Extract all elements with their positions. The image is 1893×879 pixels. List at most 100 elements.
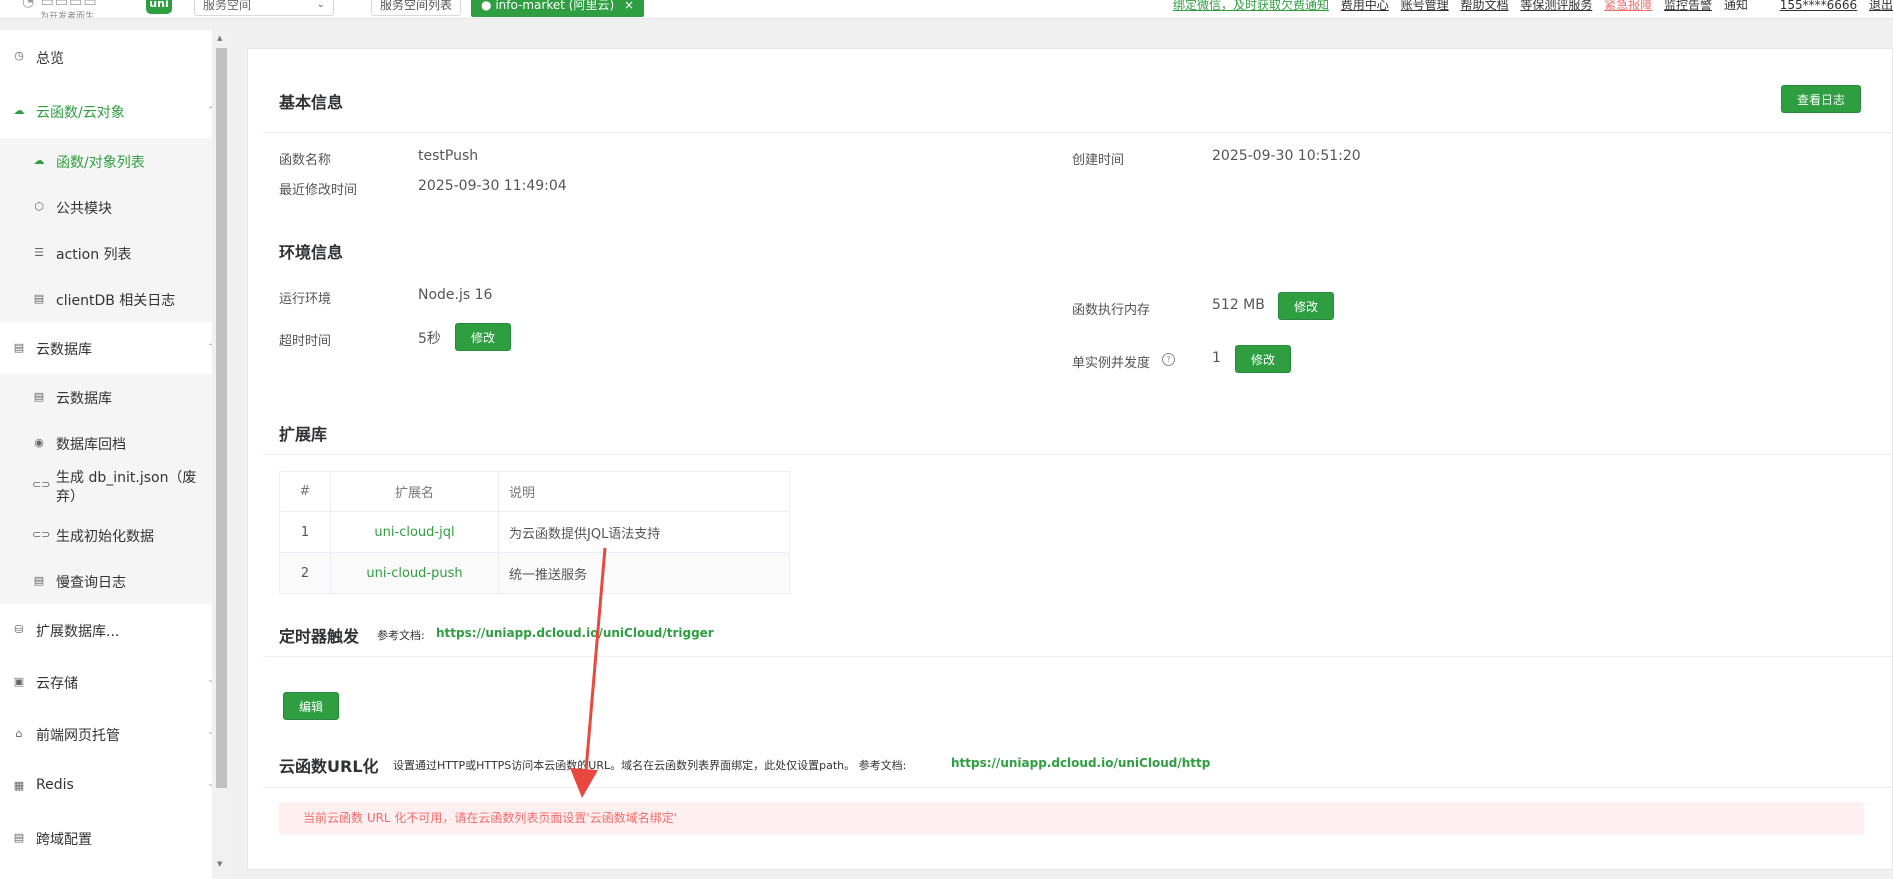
- url-title: 云函数URL化: [279, 757, 379, 776]
- url-alert: 当前云函数 URL 化不可用，请在云函数列表页面设置'云函数域名绑定': [279, 802, 1864, 835]
- sidebar-item-db-backup[interactable]: ◉ 数据库回档: [0, 420, 212, 466]
- database-icon: ▤: [13, 341, 25, 354]
- sidebar-item-cloud-db-sub[interactable]: ▤ 云数据库: [0, 374, 212, 420]
- sidebar-item-clientdb-logs[interactable]: ▤ clientDB 相关日志: [0, 276, 212, 322]
- sidebar-item-label: 云函数/云对象: [36, 105, 125, 121]
- bind-wechat-link[interactable]: 绑定微信，及时获取欠费通知: [1173, 0, 1329, 12]
- url-doc-link[interactable]: https://uniapp.dcloud.io/uniCloud/http: [951, 756, 1210, 770]
- hosting-icon: ⌂: [15, 727, 23, 740]
- sidebar-item-slow-query[interactable]: ▤ 慢查询日志: [0, 558, 212, 604]
- concurrency-value: 1: [1212, 350, 1221, 366]
- sidebar-item-common-modules[interactable]: ⬡ 公共模块: [0, 184, 212, 230]
- scroll-up-icon[interactable]: ▲: [217, 34, 222, 42]
- sidebar-item-ext-db[interactable]: ⛁ 扩展数据库...: [0, 604, 212, 656]
- account-link[interactable]: 账号管理: [1401, 0, 1449, 12]
- space-tag[interactable]: ● info-market (阿里云) ×: [471, 0, 645, 17]
- sidebar-item-label: 慢查询日志: [56, 575, 126, 591]
- log-icon: ▤: [33, 574, 45, 587]
- edit-trigger-button[interactable]: 编辑: [283, 692, 339, 720]
- row-index: 1: [279, 511, 331, 553]
- user-account[interactable]: 155****6666: [1780, 0, 1857, 12]
- url-desc: 设置通过HTTP或HTTPS访问本云函数的URL。域名在云函数列表界面绑定，此处…: [393, 759, 907, 772]
- sidebar-item-label: 云数据库: [36, 342, 92, 358]
- sidebar-item-web-hosting[interactable]: ⌂ 前端网页托管 ⌄: [0, 708, 213, 760]
- modify-timeout-button[interactable]: 修改: [455, 323, 511, 351]
- sidebar-item-label: 函数/对象列表: [56, 155, 145, 171]
- security-link[interactable]: 等保测评服务: [1520, 0, 1592, 12]
- timeout-label: 超时时间: [279, 334, 332, 349]
- chevron-down-icon: ⌄: [207, 675, 212, 685]
- divider: [263, 787, 1892, 788]
- divider: [263, 656, 1892, 657]
- sidebar-item-cors[interactable]: ▤ 跨域配置: [0, 812, 212, 864]
- space-tag-label: info-market (阿里云): [495, 0, 615, 12]
- modify-memory-button[interactable]: 修改: [1278, 292, 1334, 320]
- sidebar: ◷ 总览 ☁ 云函数/云对象 ⌃ ☁ 函数/对象列表 ⬡ 公共模块 ☰ acti…: [0, 30, 212, 879]
- monitor-link[interactable]: 监控告警: [1664, 0, 1712, 12]
- notice-link[interactable]: 通知: [1724, 0, 1748, 12]
- trigger-doc-link[interactable]: https://uniapp.dcloud.io/uniCloud/trigge…: [436, 626, 714, 640]
- sidebar-scrollbar-thumb[interactable]: [216, 48, 227, 788]
- ext-name-link[interactable]: uni-cloud-push: [330, 552, 499, 594]
- sidebar-item-label: 云存储: [36, 676, 78, 692]
- timeout-value: 5秒: [418, 331, 441, 347]
- view-logs-button[interactable]: 查看日志: [1781, 85, 1861, 113]
- sidebar-item-function-list[interactable]: ☁ 函数/对象列表: [0, 138, 212, 184]
- ext-name-link[interactable]: uni-cloud-jql: [330, 511, 499, 553]
- list-icon: ☰: [34, 246, 44, 259]
- divider: [263, 132, 1892, 133]
- scroll-down-icon[interactable]: ▼: [217, 860, 222, 868]
- sidebar-item-label: 生成 db_init.json（废弃）: [56, 470, 197, 505]
- trigger-doc-label: 参考文档:: [377, 629, 425, 642]
- logout-link[interactable]: 退出: [1869, 0, 1893, 12]
- question-icon[interactable]: ?: [1162, 353, 1175, 366]
- chevron-down-icon: ⌄: [207, 727, 212, 737]
- help-link[interactable]: 帮助文档: [1460, 0, 1508, 12]
- restore-icon: ◉: [34, 436, 44, 449]
- ext-desc: 为云函数提供JQL语法支持: [498, 511, 790, 553]
- table-row: 1 uni-cloud-jql 为云函数提供JQL语法支持: [279, 511, 790, 553]
- sidebar-item-gen-db-init[interactable]: ⊂⊃ 生成 db_init.json（废弃）: [0, 466, 212, 512]
- sidebar-item-cloud-storage[interactable]: ▣ 云存储 ⌄: [0, 656, 212, 708]
- trigger-title: 定时器触发: [279, 627, 360, 646]
- top-bar: ◔ ▭▭▭▭ 为开发者而生 uni 服务空间 ⌄ 服务空间列表 ● info-m…: [0, 0, 1893, 19]
- billing-link[interactable]: 费用中心: [1341, 0, 1389, 12]
- sidebar-item-label: action 列表: [56, 247, 132, 263]
- space-select-value: 服务空间: [203, 0, 252, 12]
- memory-label: 函数执行内存: [1072, 303, 1151, 318]
- log-icon: ▤: [33, 292, 45, 305]
- chevron-up-icon: ⌃: [207, 343, 212, 353]
- function-name-label: 函数名称: [279, 153, 332, 168]
- runtime-value: Node.js 16: [418, 287, 493, 303]
- col-index-header: #: [279, 471, 331, 512]
- created-time-label: 创建时间: [1072, 153, 1125, 168]
- database-icon: ⛁: [14, 623, 24, 636]
- sidebar-item-label: 公共模块: [56, 201, 112, 217]
- link-icon: ⊂⊃: [32, 528, 51, 541]
- emergency-link[interactable]: 紧急报障: [1604, 0, 1652, 12]
- memory-value: 512 MB: [1212, 297, 1265, 313]
- sidebar-item-overview[interactable]: ◷ 总览: [0, 30, 212, 84]
- space-list-button[interactable]: 服务空间列表: [371, 0, 462, 16]
- sidebar-item-redis[interactable]: ▦ Redis ⌄: [0, 760, 212, 812]
- col-name-header: 扩展名: [330, 471, 499, 512]
- modify-concurrency-button[interactable]: 修改: [1235, 345, 1291, 373]
- sidebar-item-cloud-db[interactable]: ▤ 云数据库 ⌃: [0, 322, 212, 374]
- runtime-label: 运行环境: [279, 292, 332, 307]
- clock-icon: ◷: [14, 49, 24, 62]
- top-links: 绑定微信，及时获取欠费通知 费用中心 账号管理 帮助文档 等保测评服务 紧急报障…: [1165, 0, 1893, 18]
- created-time-value: 2025-09-30 10:51:20: [1212, 148, 1361, 164]
- cloud-icon: ☁: [13, 104, 25, 117]
- storage-icon: ▣: [13, 675, 25, 688]
- env-info-title: 环境信息: [279, 243, 344, 262]
- uni-logo[interactable]: uni: [146, 0, 172, 14]
- ext-lib-title: 扩展库: [279, 425, 328, 444]
- close-icon[interactable]: ×: [624, 0, 634, 12]
- sidebar-item-cloud-functions[interactable]: ☁ 云函数/云对象 ⌃: [0, 84, 213, 138]
- sidebar-item-gen-init-data[interactable]: ⊂⊃ 生成初始化数据: [0, 512, 212, 558]
- link-icon: ⊂⊃: [32, 478, 51, 491]
- space-select[interactable]: 服务空间 ⌄: [194, 0, 334, 16]
- basic-info-title: 基本信息: [279, 93, 344, 112]
- sidebar-item-action-list[interactable]: ☰ action 列表: [0, 230, 212, 276]
- status-dot-icon: ●: [481, 0, 492, 12]
